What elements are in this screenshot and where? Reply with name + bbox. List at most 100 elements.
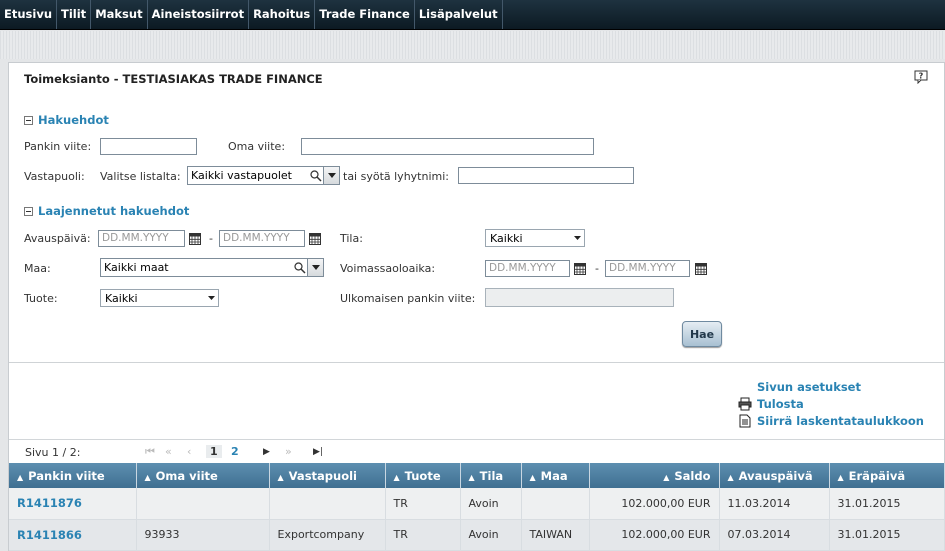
svg-text:?: ? [919, 72, 924, 81]
column-header[interactable]: ▲ Vastapuoli [269, 463, 386, 488]
bank-ref-cell[interactable]: R1411876 [9, 488, 137, 520]
table-cell: Avoin [460, 519, 522, 551]
column-header[interactable]: ▲ Saldo [589, 463, 720, 488]
nav-item-aineistosiirrot[interactable]: Aineistosiirrot [148, 0, 250, 29]
calendar-icon[interactable] [189, 233, 201, 245]
or-enter-short-name-label: tai syötä lyhytnimi: [343, 170, 449, 183]
main-panel: Toimeksianto - TESTIASIAKAS TRADE FINANC… [8, 62, 945, 551]
country-dropdown-button[interactable] [307, 259, 323, 276]
open-date-label: Avauspäivä: [24, 232, 91, 245]
table-cell: 07.03.2014 [719, 519, 830, 551]
prev-ten-icon: « [165, 445, 172, 458]
divider [9, 362, 944, 363]
nav-item-tilit[interactable]: Tilit [57, 0, 92, 29]
own-ref-input[interactable] [301, 138, 594, 155]
validity-from-input[interactable]: DD.MM.YYYY [485, 260, 570, 277]
foreign-bank-ref-label: Ulkomaisen pankin viite: [340, 292, 476, 305]
column-header[interactable]: ▲ Pankin viite [9, 463, 137, 488]
column-header-label: Maa [540, 468, 568, 483]
nav-item-maksut[interactable]: Maksut [91, 0, 148, 29]
bank-ref-cell[interactable]: R1411866 [9, 519, 137, 551]
first-page-icon: ⏮ [145, 445, 155, 458]
sub-navigation-bar [0, 31, 945, 59]
country-label: Maa: [24, 262, 51, 275]
search-button[interactable]: Hae [682, 321, 722, 347]
counterparty-combo[interactable]: Kaikki vastapuolet [187, 166, 340, 185]
document-icon [739, 414, 751, 428]
validity-to-input[interactable]: DD.MM.YYYY [605, 260, 690, 277]
chevron-down-icon [311, 265, 320, 270]
column-header[interactable]: ▲ Tuote [385, 463, 461, 488]
date-range-dash: - [209, 232, 213, 245]
print-label: Tulosta [757, 397, 804, 411]
table-cell: TR [385, 519, 461, 551]
top-navigation: Etusivu Tilit Maksut Aineistosiirrot Rah… [0, 0, 945, 30]
collapse-icon [24, 115, 33, 125]
product-label: Tuote: [24, 292, 58, 305]
page-2[interactable]: 2 [231, 445, 239, 458]
bank-ref-input[interactable] [100, 138, 197, 155]
table-row[interactable]: R1411876 TR Avoin 102.000,00 EUR 11.03.2… [9, 488, 945, 520]
column-header[interactable]: ▲ Maa [521, 463, 590, 488]
page-1[interactable]: 1 [206, 445, 222, 458]
table-cell: Exportcompany [269, 519, 386, 551]
open-date-from-input[interactable]: DD.MM.YYYY [98, 230, 185, 247]
chevron-down-icon [207, 296, 215, 300]
print-link[interactable]: Tulosta [738, 397, 804, 411]
collapse-icon [24, 206, 33, 216]
next-page-icon[interactable]: ▶ [263, 447, 270, 457]
calendar-icon[interactable] [309, 233, 321, 245]
column-header-label: Tuote [404, 468, 441, 483]
page-title: Toimeksianto - TESTIASIAKAS TRADE FINANC… [24, 72, 323, 86]
sort-arrow-icon: ▲ [393, 472, 400, 482]
search-icon[interactable] [293, 261, 307, 275]
table-row[interactable]: R1411866 93933 Exportcompany TR Avoin TA… [9, 519, 945, 551]
validity-label: Voimassaoloaika: [340, 262, 436, 275]
nav-item-lisapalvelut[interactable]: Lisäpalvelut [415, 0, 503, 29]
help-icon[interactable]: ? [914, 70, 928, 84]
country-combo[interactable]: Kaikki maat [100, 258, 324, 277]
nav-item-trade-finance[interactable]: Trade Finance [315, 0, 415, 29]
table-cell: Avoin [460, 488, 522, 520]
last-page-icon[interactable]: ▶| [313, 447, 323, 457]
column-header[interactable]: ▲ Oma viite [136, 463, 270, 488]
status-select-value: Kaikki [490, 231, 523, 245]
next-ten-icon: » [285, 445, 292, 458]
column-header[interactable]: ▲ Avauspäivä [719, 463, 830, 488]
column-header[interactable]: ▲ Tila [460, 463, 522, 488]
chevron-down-icon [327, 173, 336, 178]
search-icon[interactable] [309, 169, 323, 183]
table-cell [269, 488, 386, 520]
export-spreadsheet-link[interactable]: Siirrä laskentataulukkoon [738, 414, 924, 428]
page-settings-link[interactable]: Sivun asetukset [757, 380, 861, 394]
counterparty-combo-value: Kaikki vastapuolet [191, 169, 292, 182]
product-select[interactable]: Kaikki [100, 289, 219, 307]
nav-item-etusivu[interactable]: Etusivu [0, 0, 58, 29]
sort-arrow-icon: ▲ [663, 472, 670, 482]
table-cell: 93933 [136, 519, 270, 551]
sort-arrow-icon: ▲ [837, 472, 844, 482]
counterparty-dropdown-button[interactable] [323, 167, 339, 184]
search-criteria-toggle[interactable]: Hakuehdot [24, 113, 109, 127]
column-header-label: Tila [479, 468, 504, 483]
extended-criteria-toggle[interactable]: Laajennetut hakuehdot [24, 204, 189, 218]
printer-icon [738, 397, 752, 411]
column-header[interactable]: ▲ Eräpäivä [829, 463, 945, 488]
sort-arrow-icon: ▲ [727, 472, 734, 482]
page-indicator: Sivu 1 / 2: [25, 446, 81, 459]
column-header-label: Avauspäivä [738, 468, 813, 483]
table-cell: 102.000,00 EUR [589, 519, 720, 551]
foreign-bank-ref-input[interactable] [485, 288, 674, 307]
sort-arrow-icon: ▲ [468, 472, 475, 482]
calendar-icon[interactable] [695, 263, 707, 275]
open-date-to-input[interactable]: DD.MM.YYYY [219, 230, 305, 247]
sort-arrow-icon: ▲ [529, 472, 536, 482]
calendar-icon[interactable] [574, 263, 586, 275]
status-select[interactable]: Kaikki [485, 229, 585, 247]
sort-arrow-icon: ▲ [144, 472, 151, 482]
table-cell: 11.03.2014 [719, 488, 830, 520]
table-header-row: ▲ Pankin viite ▲ Oma viite ▲ Vastapuoli ▲ Tu… [9, 463, 945, 488]
nav-item-rahoitus[interactable]: Rahoitus [249, 0, 316, 29]
table-cell: 31.01.2015 [829, 519, 945, 551]
short-name-input[interactable] [458, 167, 634, 184]
